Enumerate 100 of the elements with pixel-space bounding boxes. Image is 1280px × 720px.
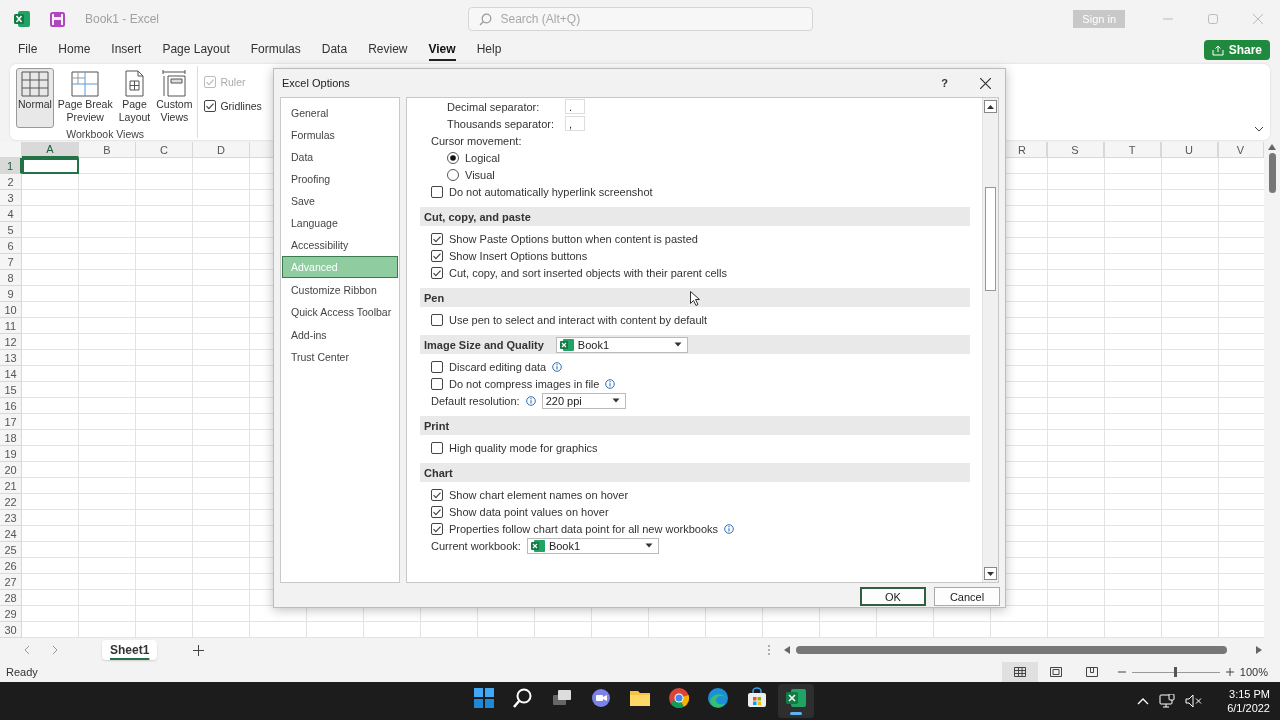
share-button[interactable]: Share xyxy=(1203,40,1270,60)
ribbon-tab[interactable]: Formulas xyxy=(250,39,301,61)
nav-item[interactable]: Save xyxy=(282,190,398,212)
row-header[interactable]: 19 xyxy=(0,446,22,462)
ribbon-tab[interactable]: Review xyxy=(368,39,408,61)
checkbox[interactable] xyxy=(431,488,443,501)
input-field[interactable]: . xyxy=(565,99,585,114)
row-header[interactable]: 21 xyxy=(0,478,22,494)
checkbox[interactable] xyxy=(431,266,443,279)
view-button[interactable]: Normal xyxy=(16,68,54,128)
nav-item[interactable]: Add-ins xyxy=(282,324,398,346)
scroll-left-icon[interactable] xyxy=(784,646,790,654)
nav-item[interactable]: Language xyxy=(282,212,398,234)
scroll-up-icon[interactable] xyxy=(1268,144,1276,150)
ribbon-tab[interactable]: Data xyxy=(321,39,348,61)
row-header[interactable]: 8 xyxy=(0,270,22,286)
cancel-button[interactable]: Cancel xyxy=(934,587,1000,606)
sheet-tab[interactable]: Sheet1 xyxy=(102,640,158,660)
checkbox[interactable] xyxy=(431,377,443,390)
row-header[interactable]: 18 xyxy=(0,430,22,446)
row-header[interactable]: 14 xyxy=(0,366,22,382)
close-icon[interactable] xyxy=(980,77,991,89)
row-header[interactable]: 15 xyxy=(0,382,22,398)
column-header[interactable]: B xyxy=(79,142,136,158)
chevron-left-icon[interactable] xyxy=(24,645,30,655)
row-header[interactable]: 16 xyxy=(0,398,22,414)
checkbox[interactable] xyxy=(431,505,443,518)
row-header[interactable]: 2 xyxy=(0,174,22,190)
ok-button[interactable]: OK xyxy=(860,587,926,606)
input-field[interactable]: , xyxy=(565,116,585,131)
ribbon-tab[interactable]: Page Layout xyxy=(162,39,230,61)
scrollbar-thumb[interactable] xyxy=(796,646,1228,654)
ribbon-tab[interactable]: View xyxy=(428,39,456,61)
row-header[interactable]: 30 xyxy=(0,622,22,638)
network-icon[interactable] xyxy=(1159,693,1176,709)
row-header[interactable]: 9 xyxy=(0,286,22,302)
row-header[interactable]: 20 xyxy=(0,462,22,478)
clock[interactable]: 3:15 PM 6/1/2022 xyxy=(1227,687,1270,715)
add-sheet-icon[interactable] xyxy=(193,644,205,656)
row-header[interactable]: 17 xyxy=(0,414,22,430)
checkbox[interactable] xyxy=(431,313,443,326)
column-header[interactable]: A xyxy=(22,142,79,158)
help-button[interactable]: ? xyxy=(941,77,948,89)
row-header[interactable]: 4 xyxy=(0,206,22,222)
row-header[interactable]: 13 xyxy=(0,350,22,366)
row-header[interactable]: 22 xyxy=(0,494,22,510)
view-button[interactable]: Custom Views xyxy=(154,68,195,128)
scrollbar-thumb[interactable] xyxy=(985,187,996,291)
nav-item[interactable]: Accessibility xyxy=(282,234,398,256)
checkbox[interactable] xyxy=(431,249,443,262)
row-header[interactable]: 27 xyxy=(0,574,22,590)
nav-item[interactable]: Proofing xyxy=(282,168,398,190)
scroll-down-button[interactable] xyxy=(984,567,997,580)
checkbox[interactable] xyxy=(431,185,443,198)
speaker-muted-icon[interactable] xyxy=(1185,694,1204,708)
column-header[interactable]: U xyxy=(1161,142,1218,158)
checkbox[interactable] xyxy=(431,522,443,535)
row-header[interactable]: 26 xyxy=(0,558,22,574)
checkbox[interactable] xyxy=(431,441,443,454)
nav-item[interactable]: Formulas xyxy=(282,124,398,146)
row-header[interactable]: 7 xyxy=(0,254,22,270)
row-header[interactable]: 29 xyxy=(0,606,22,622)
row-header[interactable]: 25 xyxy=(0,542,22,558)
checkbox[interactable] xyxy=(204,100,217,112)
ribbon-tab[interactable]: Insert xyxy=(111,39,142,61)
radio-button[interactable] xyxy=(447,168,459,181)
row-header[interactable]: 10 xyxy=(0,302,22,318)
view-button[interactable]: Page Layout xyxy=(116,68,153,128)
zoom-in-icon[interactable] xyxy=(1225,668,1234,676)
nav-item[interactable]: Data xyxy=(282,146,398,168)
nav-item[interactable]: Quick Access Toolbar xyxy=(282,301,398,323)
chevron-down-icon[interactable] xyxy=(1254,126,1264,132)
row-header[interactable]: 28 xyxy=(0,590,22,606)
ribbon-tab[interactable]: Help xyxy=(476,39,502,61)
row-header[interactable]: 3 xyxy=(0,190,22,206)
save-icon[interactable] xyxy=(50,11,65,27)
radio-button[interactable] xyxy=(447,151,459,164)
view-mode-button[interactable] xyxy=(1001,662,1038,682)
scrollbar-thumb[interactable] xyxy=(1268,153,1276,193)
scroll-right-icon[interactable] xyxy=(1256,646,1262,654)
chevron-right-icon[interactable] xyxy=(52,645,58,655)
view-button[interactable]: Page Break Preview xyxy=(55,68,115,128)
ribbon-tab[interactable]: File xyxy=(18,39,38,61)
row-header[interactable]: 24 xyxy=(0,526,22,542)
workbook-dropdown[interactable]: Book1 xyxy=(526,537,659,554)
checkbox[interactable] xyxy=(431,232,443,245)
taskbar-button[interactable] xyxy=(778,684,814,718)
nav-item[interactable]: General xyxy=(282,102,398,124)
row-header[interactable]: 6 xyxy=(0,238,22,254)
active-cell[interactable] xyxy=(22,158,79,174)
row-header[interactable]: 11 xyxy=(0,318,22,334)
chevron-up-icon[interactable] xyxy=(1137,697,1150,705)
row-header[interactable]: 23 xyxy=(0,510,22,526)
workbook-dropdown[interactable]: Book1 xyxy=(555,336,688,353)
column-header[interactable]: C xyxy=(136,142,193,158)
scroll-up-button[interactable] xyxy=(984,100,997,113)
nav-item[interactable]: Trust Center xyxy=(282,346,398,368)
column-header[interactable]: S xyxy=(1047,142,1104,158)
column-header[interactable]: T xyxy=(1104,142,1161,158)
splitter-handle-icon[interactable] xyxy=(768,645,770,655)
